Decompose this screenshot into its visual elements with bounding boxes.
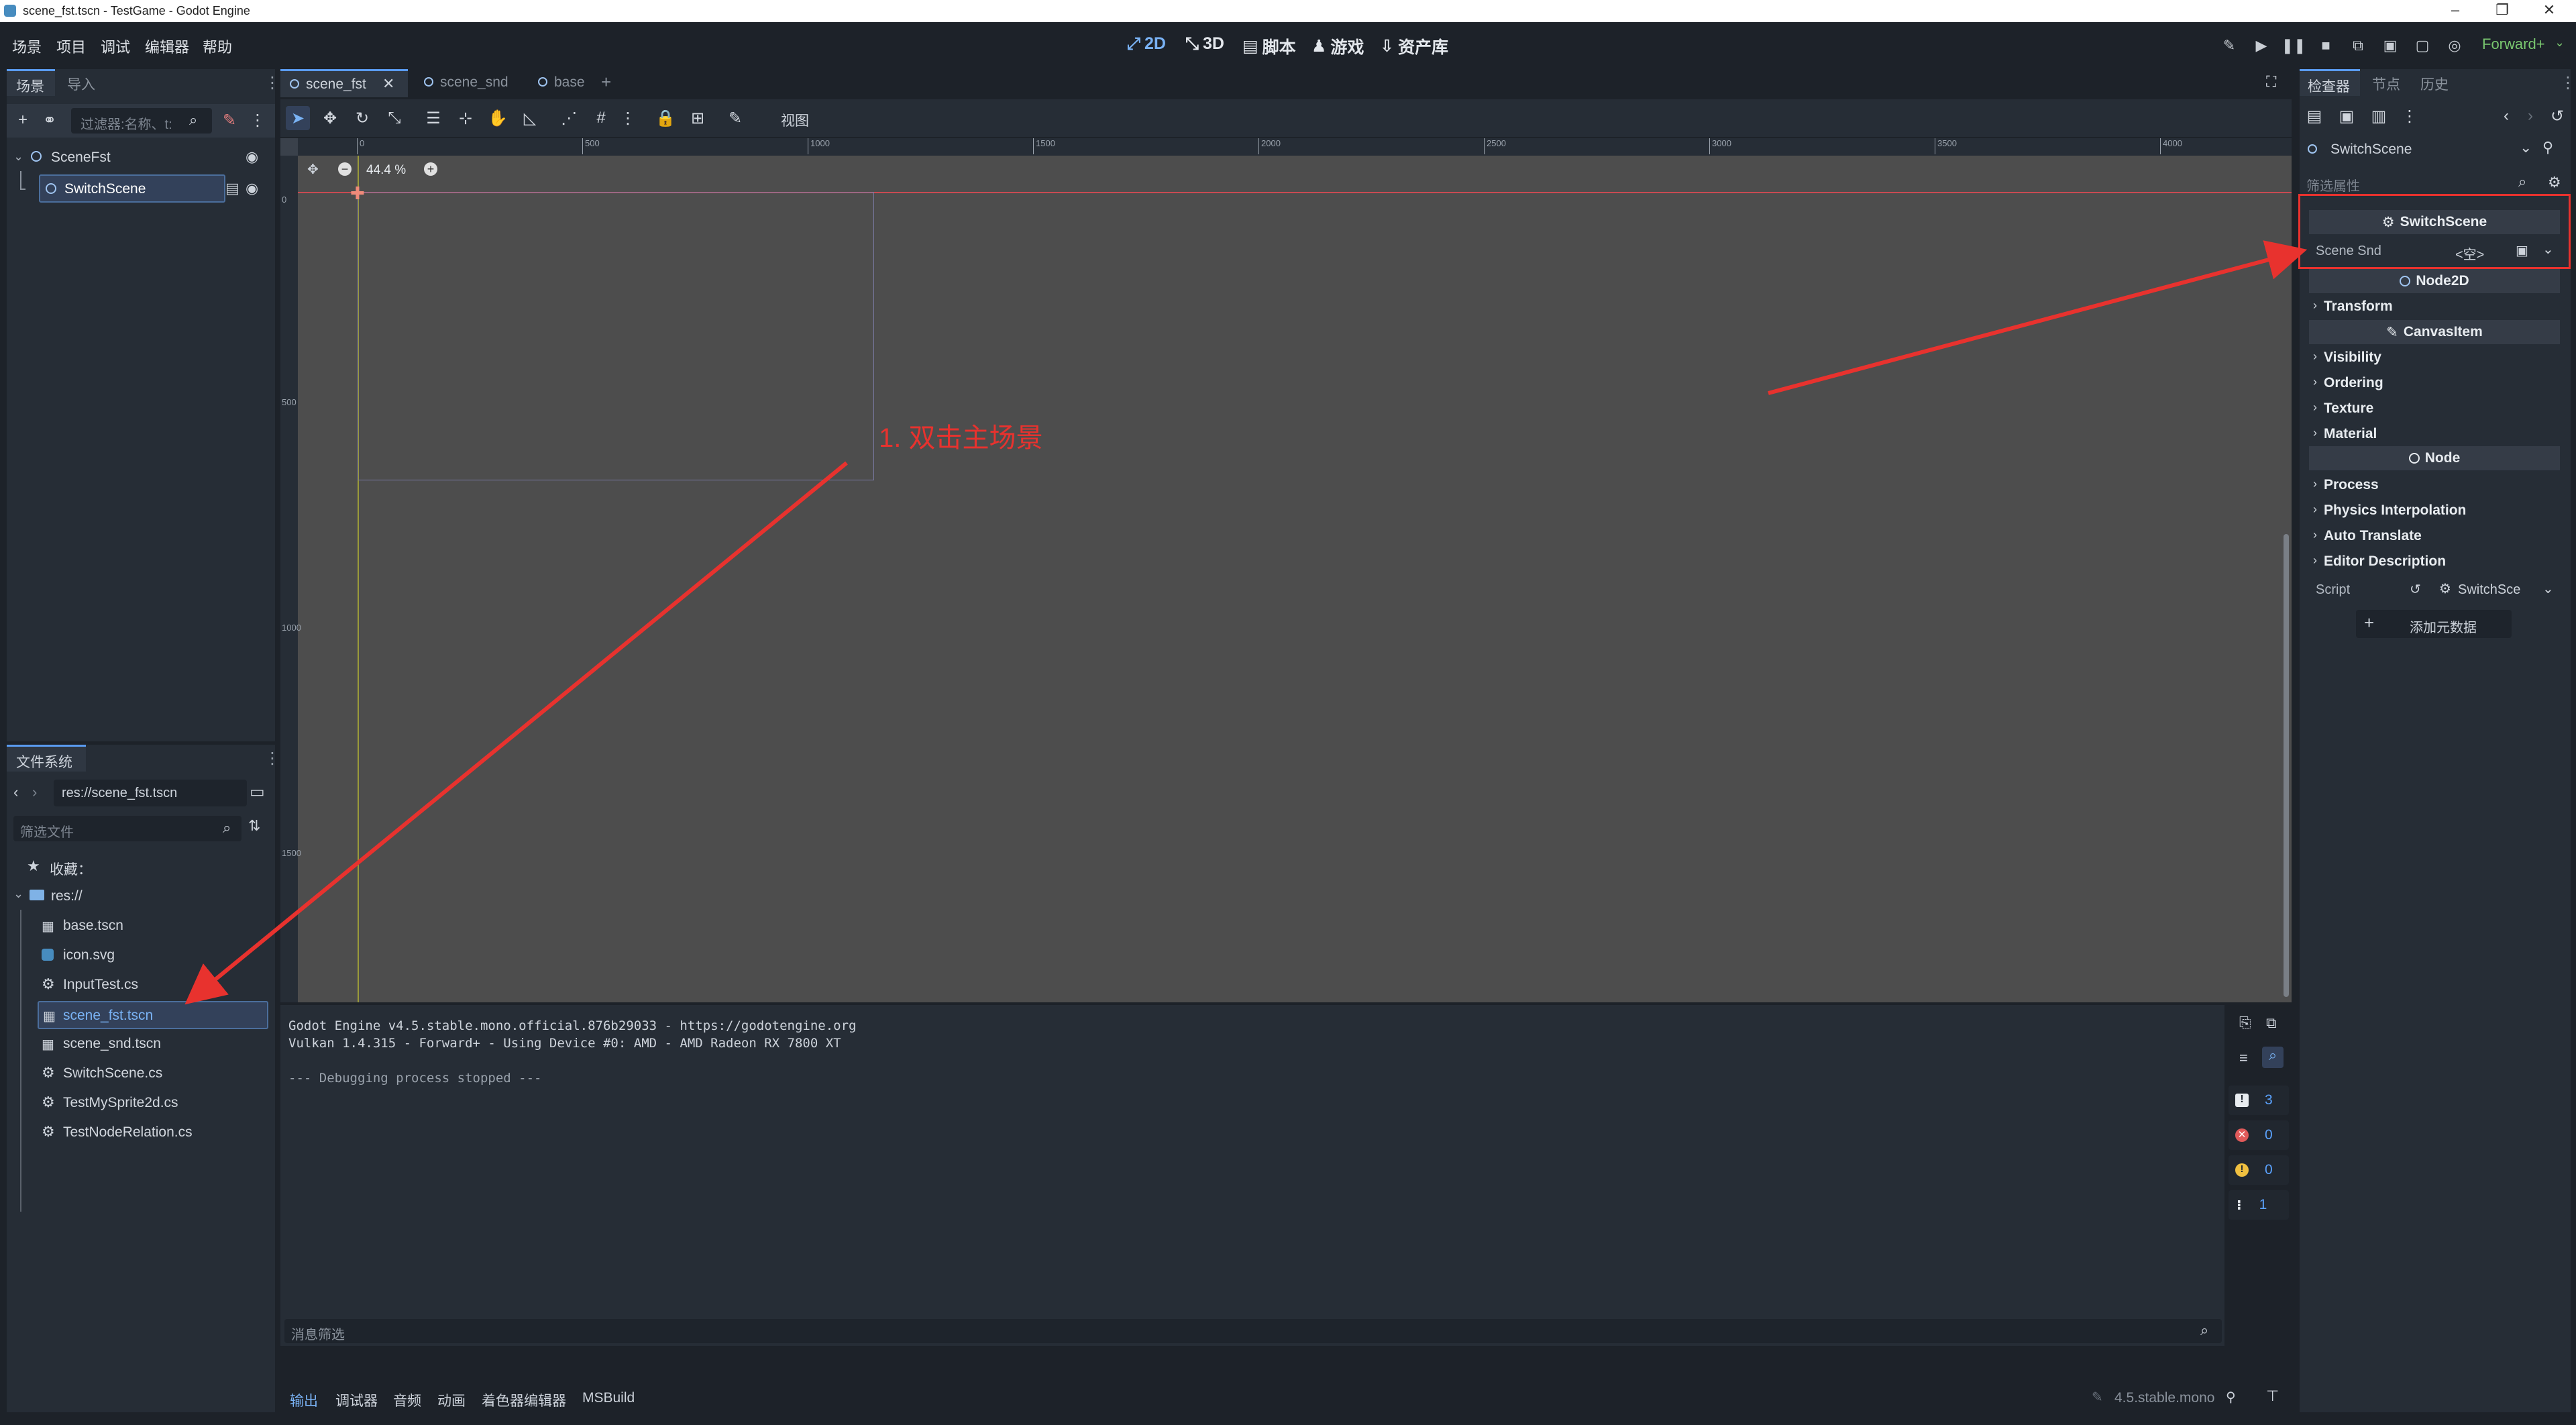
arrow-to-scene-file xyxy=(184,461,848,1005)
annotation-arrows xyxy=(184,240,2308,1005)
arrow-to-inspector xyxy=(1768,240,2308,395)
